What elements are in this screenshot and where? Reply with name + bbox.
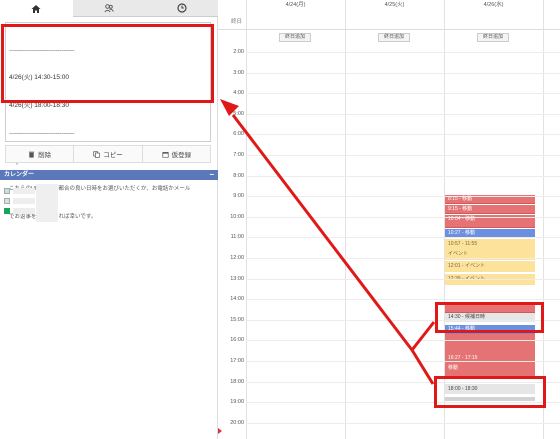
hour-gridline [246,258,560,259]
hour-gridline [246,175,560,177]
add-allday-button[interactable]: 終日追加 [477,33,509,42]
grid-divider [345,0,346,439]
add-allday-button[interactable]: 終日追加 [279,33,311,42]
hour-gridline [246,237,560,239]
hour-label: 7:00 [233,152,244,158]
trash-icon [29,151,35,158]
calendar-header-title: カレンダー [4,172,35,178]
hour-label: 16:00 [230,337,244,344]
highlight-box-message [1,24,214,103]
event-label: 10:27 - 移動 [448,230,475,236]
clock-icon [177,3,187,13]
add-allday-button[interactable]: 終日追加 [378,33,410,42]
hour-gridline [246,278,560,280]
hour-label: 3:00 [233,69,244,76]
highlight-box-slot-2 [434,376,546,408]
event-label: 移動 [448,365,459,371]
calendar-event[interactable]: 9:15 - 移動 [445,205,535,214]
hour-label: 6:00 [233,131,244,138]
hour-gridline [246,134,560,136]
day-header-row: 4/24(月) 4/25(火) 4/26(水) [218,0,560,10]
hour-gridline [246,299,560,301]
hour-gridline [246,155,560,156]
hour-label: 17:00 [230,358,244,364]
allday-label: 終日 [231,19,243,25]
hour-label: 15:00 [230,316,244,323]
hour-label: 8:00 [233,172,244,179]
hour-gridline [246,113,560,115]
allday-row: 終日 [218,10,560,30]
tab-group[interactable] [72,0,146,17]
register-button[interactable]: 仮登録 [142,146,210,162]
day-header-mon[interactable]: 4/24(月) [246,0,345,10]
action-bar: 削除 コピー 仮登録 [5,145,211,163]
hour-label: 14:00 [230,296,244,303]
calendar-color-swatch [4,208,10,214]
hour-label: 9:00 [233,193,244,200]
hour-label: 11:00 [230,234,244,241]
tab-clock[interactable] [145,0,219,17]
hour-gridline [246,340,560,342]
hour-label: 18:00 [230,378,244,385]
hour-label: 4:00 [233,90,244,97]
copy-button[interactable]: コピー [74,146,143,162]
tab-home[interactable] [0,0,73,17]
event-time: 10:57 - 11:55 [448,241,478,247]
hour-label: 20:00 [230,419,244,426]
hour-gridline [246,361,560,362]
hour-label: 2:00 [233,49,244,55]
register-label: 仮登録 [171,152,192,159]
calendar-event[interactable]: 10:57 - 11:55 イベント [445,239,535,260]
hour-gridline [246,216,560,218]
calendar-name [13,208,35,214]
hour-label: 5:00 [233,110,244,117]
grid-divider [246,0,247,439]
hour-gridline [246,422,560,424]
calendar-icon [162,151,169,158]
calendar-section-header[interactable]: カレンダー − [0,170,218,180]
current-time-indicator [218,428,222,434]
calendar-grid: 4/24(月) 4/25(火) 4/26(水) 終日 終日追加 終日追加 終日追… [218,0,560,439]
delete-button[interactable]: 削除 [6,146,75,162]
hour-gridline [246,93,560,95]
hour-gridline [246,196,560,198]
hour-gridline [246,72,560,74]
hour-label: 10:00 [230,213,244,220]
calendar-name [13,188,35,194]
calendar-name [13,198,35,204]
calendar-event[interactable]: 12:01 - イベント [445,261,535,272]
hour-label: 12:00 [230,255,244,261]
grid-divider [543,0,544,439]
collapse-icon[interactable]: − [209,170,214,180]
event-label: 12:01 - イベント [448,263,485,269]
day-header-tue[interactable]: 4/25(火) [345,0,444,10]
delete-label: 削除 [38,152,52,159]
calendar-color-swatch [4,188,10,194]
group-icon [104,4,114,13]
hour-label: 19:00 [230,399,244,406]
tab-bar [0,0,219,17]
event-label: 9:15 - 移動 [448,206,473,212]
hour-gridline [246,52,560,53]
copy-label: コピー [103,152,123,159]
highlight-box-slot-1 [435,302,544,333]
day-header-wed[interactable]: 4/26(水) [444,0,543,10]
home-icon [31,4,41,13]
calendar-color-swatch [4,198,10,204]
redacted-area [36,184,58,222]
separator-line: ----------------------------------- [9,130,75,138]
copy-icon [93,150,100,158]
hour-label: 13:00 [230,275,244,282]
